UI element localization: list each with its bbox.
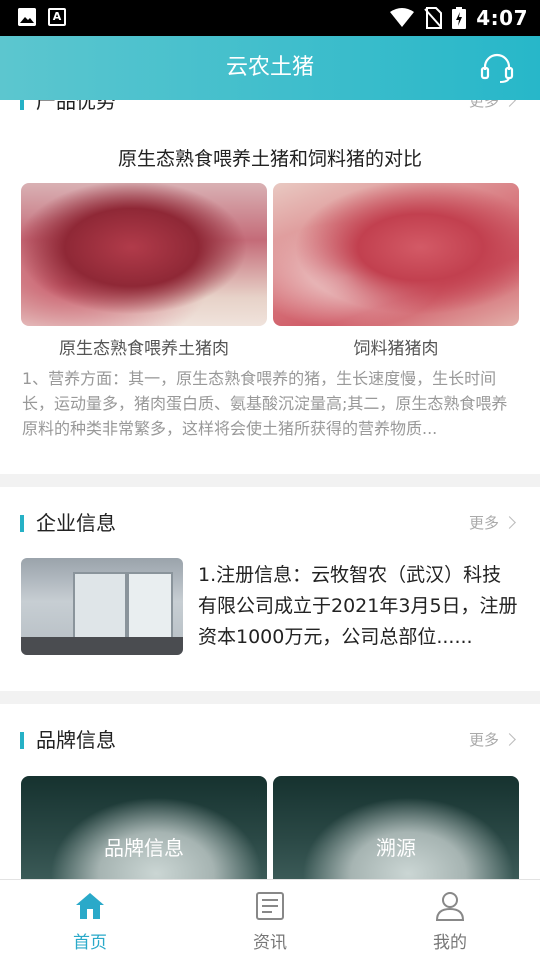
news-document-icon — [256, 892, 284, 920]
section-title: 企业信息 — [36, 511, 116, 535]
chevron-right-icon — [503, 733, 516, 746]
brand-card-label: 溯源 — [376, 836, 416, 860]
tab-label: 我的 — [433, 933, 467, 953]
feed-pork-image[interactable] — [273, 183, 519, 326]
clock: 4:07 — [476, 6, 528, 30]
chevron-right-icon — [503, 516, 516, 529]
status-bar: A 4:07 — [0, 0, 540, 36]
battery-charging-icon — [452, 7, 467, 29]
traceability-card[interactable]: 溯源 — [273, 776, 519, 879]
section-accent-bar — [20, 732, 24, 749]
enterprise-more-link[interactable]: 更多 — [468, 508, 516, 538]
tab-label: 资讯 — [253, 933, 287, 953]
more-label: 更多 — [468, 731, 499, 749]
thumbnail-floor — [21, 637, 183, 655]
brand-card-label: 品牌信息 — [104, 836, 184, 860]
home-content[interactable]: 产品优势 更多 原生态熟食喂养土猪和饲料猪的对比 原生态熟食喂养土猪肉 饲料猪猪… — [0, 100, 540, 879]
enterprise-thumbnail[interactable] — [21, 558, 183, 655]
tab-news[interactable]: 资讯 — [180, 880, 360, 961]
tab-mine[interactable]: 我的 — [360, 880, 540, 961]
app-bar: 云农土猪 — [0, 36, 540, 100]
enterprise-summary[interactable]: 1.注册信息：云牧智农（武汉）科技有限公司成立于2021年3月5日，注册资本10… — [198, 560, 518, 653]
no-sim-icon — [424, 7, 443, 29]
feed-pork-caption: 饲料猪猪肉 — [353, 339, 439, 359]
brand-header: 品牌信息 更多 — [20, 725, 516, 755]
customer-service-headset-icon[interactable] — [480, 52, 514, 84]
native-pork-image[interactable] — [21, 183, 267, 326]
wifi-icon — [390, 8, 415, 27]
enterprise-header: 企业信息 更多 — [20, 508, 516, 538]
tab-label: 首页 — [73, 933, 107, 953]
compare-title: 原生态熟食喂养土猪和饲料猪的对比 — [117, 148, 422, 170]
bottom-tab-bar: 首页 资讯 我的 — [0, 879, 540, 961]
image-notification-icon — [18, 8, 36, 26]
user-profile-icon — [435, 892, 465, 921]
font-notification-icon: A — [48, 8, 66, 26]
more-label: 更多 — [468, 514, 499, 532]
advantages-description[interactable]: 1、营养方面：其一，原生态熟食喂养的猪，生长速度慢，生长时间长，运动量多，猪肉蛋… — [22, 366, 518, 441]
brand-more-link[interactable]: 更多 — [468, 725, 516, 755]
home-icon — [76, 893, 104, 919]
section-accent-bar — [20, 515, 24, 532]
app-title: 云农土猪 — [225, 55, 314, 80]
tab-home[interactable]: 首页 — [0, 880, 180, 961]
native-pork-caption: 原生态熟食喂养土猪肉 — [59, 339, 229, 359]
advantages-body: 原生态熟食喂养土猪和饲料猪的对比 原生态熟食喂养土猪肉 饲料猪猪肉 1、营养方面… — [0, 100, 540, 474]
brand-info-card[interactable]: 品牌信息 — [21, 776, 267, 879]
section-title: 品牌信息 — [36, 728, 116, 752]
